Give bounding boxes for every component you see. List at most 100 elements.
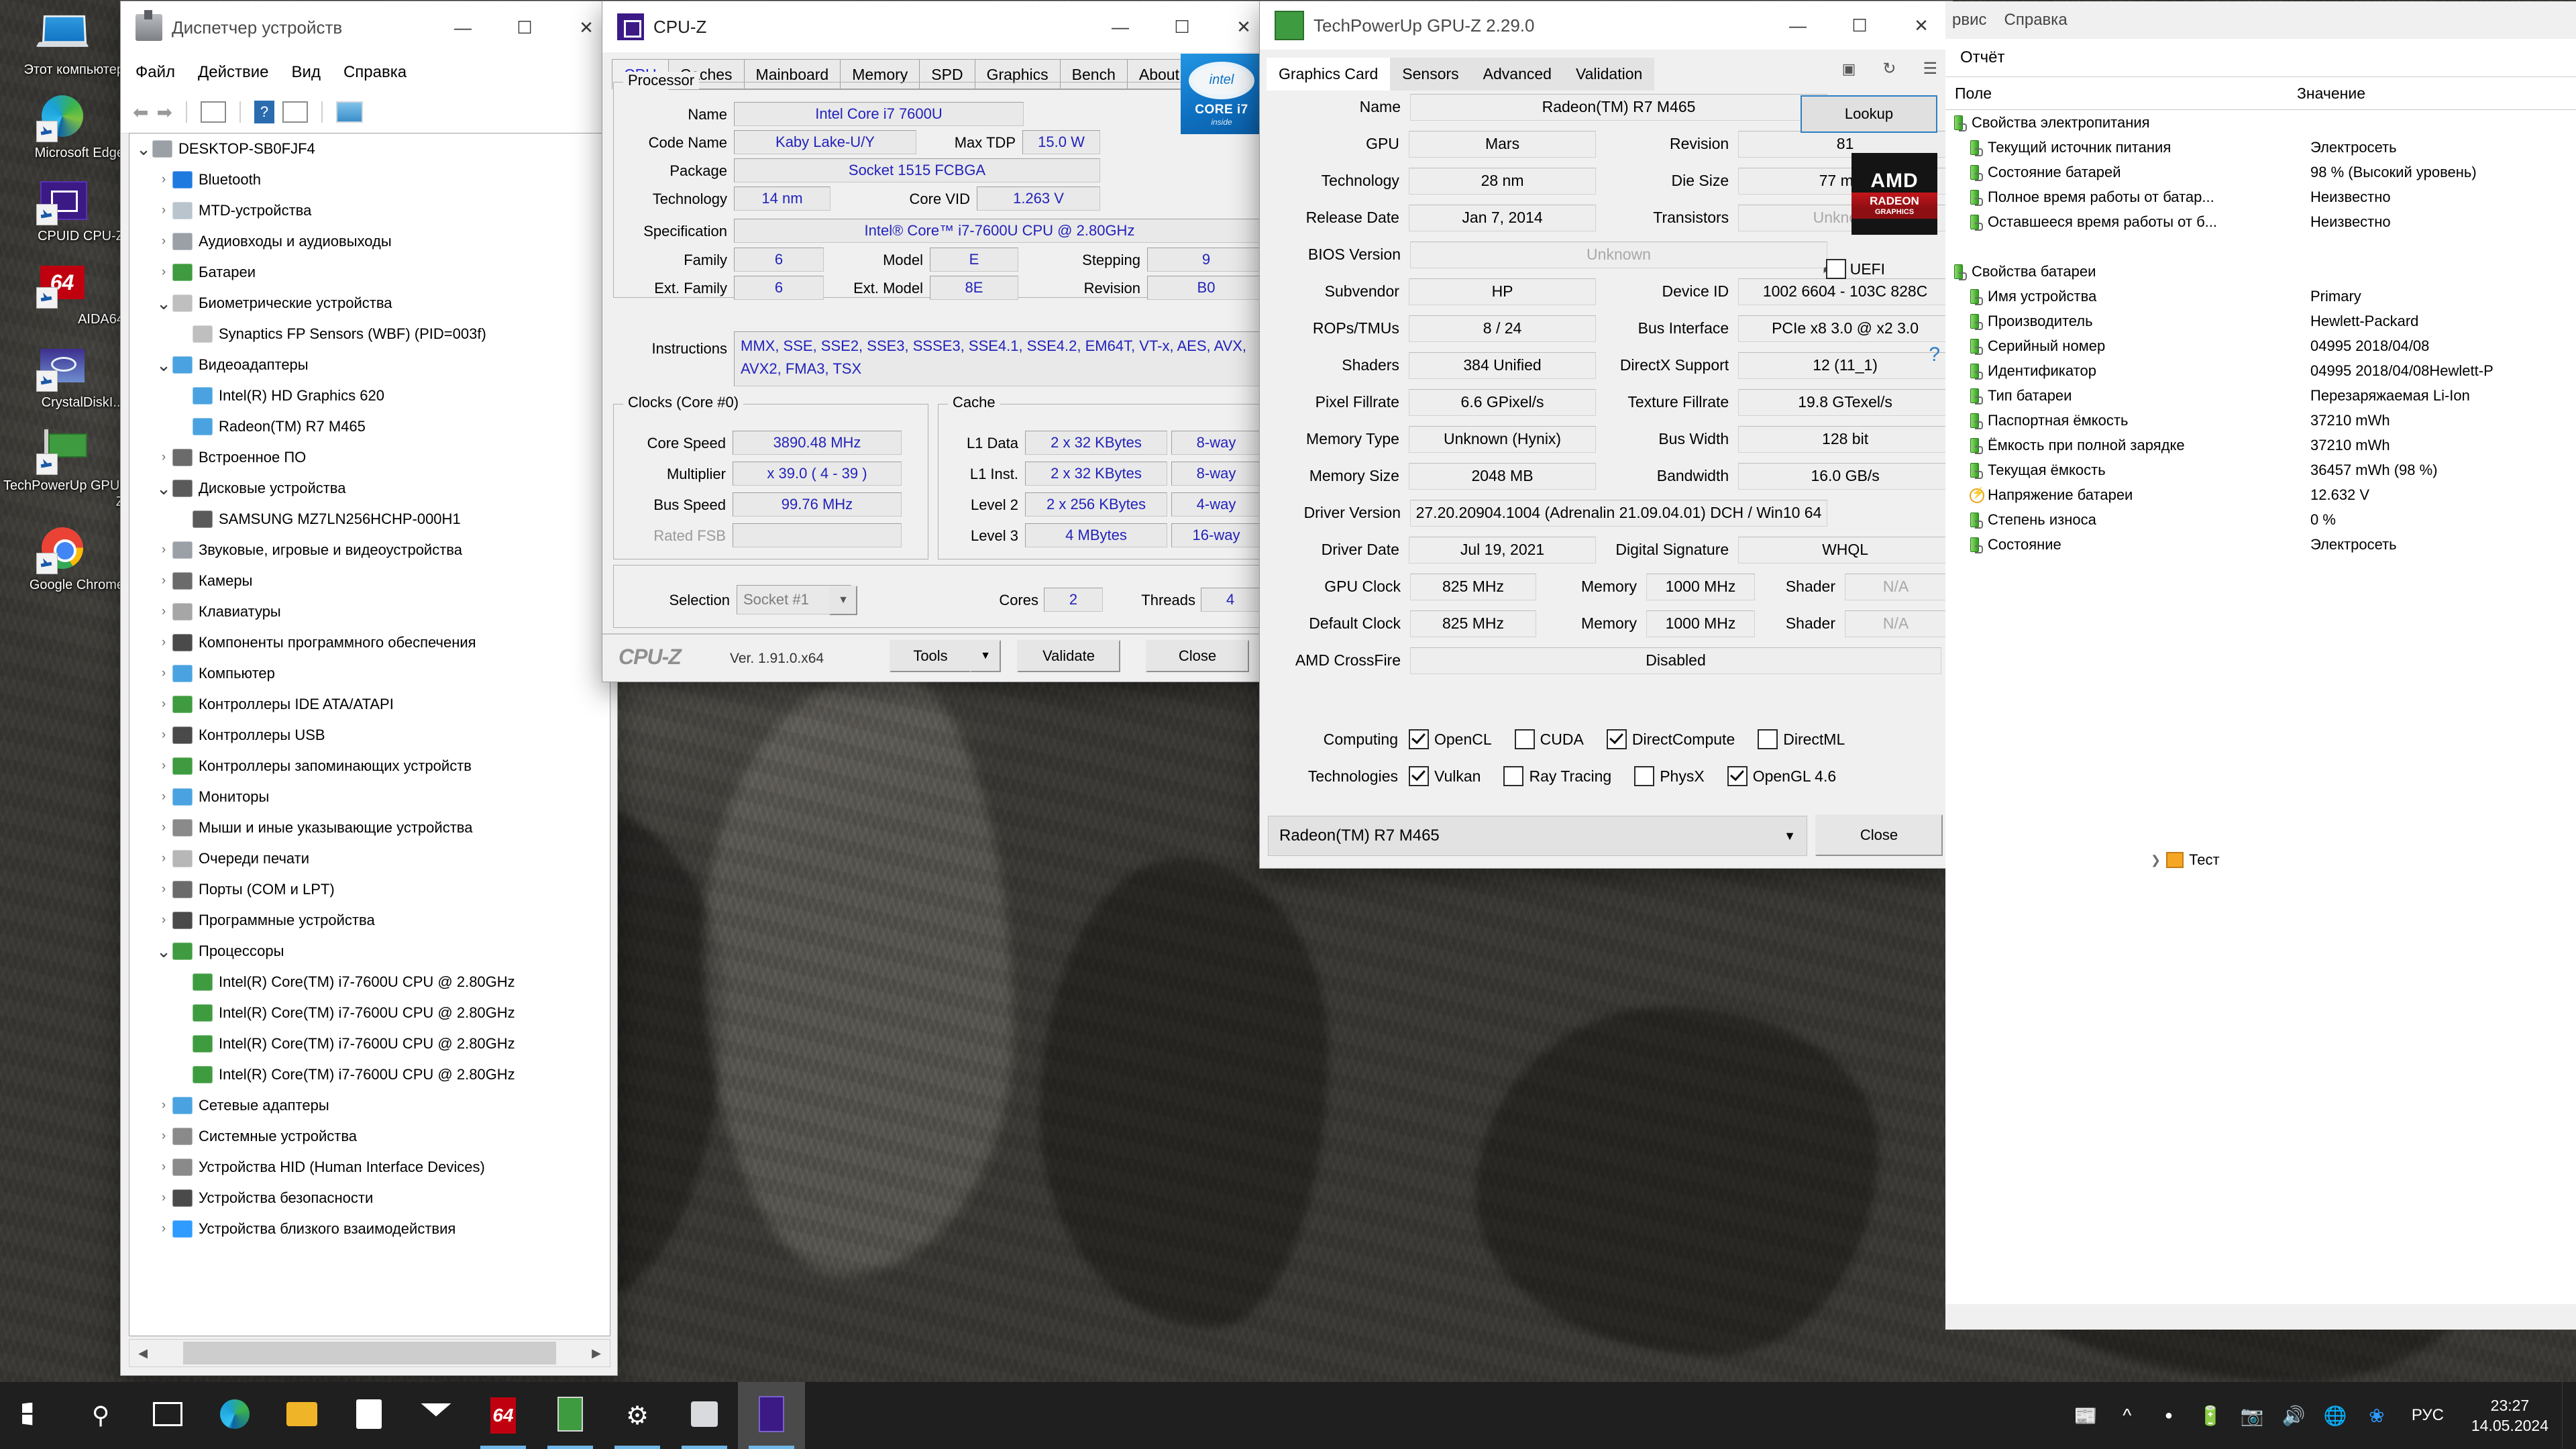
device-tree-item[interactable]: › Устройства HID (Human Interface Devices… bbox=[129, 1152, 610, 1183]
chevron-right-icon[interactable]: › bbox=[155, 574, 172, 588]
device-tree-item[interactable]: ⌄ Видеоадаптеры bbox=[129, 350, 610, 380]
tools-dropdown-chevron-icon[interactable]: ▼ bbox=[970, 640, 1001, 672]
device-tree-item[interactable]: › Контроллеры IDE ATA/ATAPI bbox=[129, 689, 610, 720]
chevron-down-icon[interactable]: ⌄ bbox=[135, 140, 152, 158]
minimize-button[interactable]: — bbox=[432, 1, 494, 54]
device-tree-item[interactable]: › Клавиатуры bbox=[129, 596, 610, 627]
aida64-table-row[interactable]: Серийный номер 04995 2018/04/08 bbox=[1945, 333, 2576, 358]
scan-hardware-icon[interactable] bbox=[335, 101, 363, 123]
menu-file[interactable]: Файл bbox=[136, 63, 175, 82]
chevron-right-icon[interactable]: › bbox=[155, 697, 172, 712]
settings-button[interactable]: ⚙ bbox=[604, 1382, 671, 1449]
checkbox-icon[interactable] bbox=[1727, 766, 1748, 786]
file-explorer-button[interactable] bbox=[268, 1382, 335, 1449]
aida64-table-row[interactable]: Свойства электропитания bbox=[1945, 110, 2576, 135]
close-button-footer[interactable]: Close bbox=[1146, 640, 1249, 672]
aida64-report-tab[interactable]: Отчёт bbox=[1945, 39, 2576, 77]
chevron-right-icon[interactable]: › bbox=[155, 1191, 172, 1205]
chevron-right-icon[interactable]: › bbox=[155, 728, 172, 743]
show-desktop-button[interactable] bbox=[2562, 1382, 2576, 1449]
chevron-right-icon[interactable]: › bbox=[155, 759, 172, 773]
device-tree-item[interactable]: Intel(R) Core(TM) i7-7600U CPU @ 2.80GHz bbox=[129, 967, 610, 998]
mail-button[interactable] bbox=[402, 1382, 470, 1449]
aida64-table-row[interactable]: Имя устройства Primary bbox=[1945, 284, 2576, 309]
device-tree-item[interactable]: Intel(R) Core(TM) i7-7600U CPU @ 2.80GHz bbox=[129, 1028, 610, 1059]
chevron-right-icon[interactable]: › bbox=[155, 1222, 172, 1236]
device-tree-item[interactable]: › Системные устройства bbox=[129, 1121, 610, 1152]
aida64-table-row[interactable]: Тип батареи Перезаряжаемая Li-Ion bbox=[1945, 383, 2576, 408]
chevron-right-icon[interactable]: › bbox=[155, 543, 172, 557]
edge-button[interactable] bbox=[201, 1382, 268, 1449]
aida64-table-row[interactable]: Состояние батарей 98 % (Высокий уровень) bbox=[1945, 160, 2576, 184]
battery-charging-icon[interactable]: 🔋 bbox=[2190, 1382, 2231, 1449]
chevron-right-icon[interactable]: › bbox=[155, 1098, 172, 1113]
language-indicator[interactable]: РУС bbox=[2398, 1382, 2458, 1449]
device-tree-item[interactable]: › Устройства близкого взаимодействия bbox=[129, 1214, 610, 1244]
uefi-checkbox[interactable] bbox=[1825, 259, 1846, 279]
checkbox-icon[interactable] bbox=[1514, 729, 1535, 749]
device-tree-item[interactable]: › Компоненты программного обеспечения bbox=[129, 627, 610, 658]
device-tree[interactable]: ⌄ DESKTOP-SB0FJF4 › Bluetooth › MTD-устройств… bbox=[129, 133, 610, 1336]
gpu-z-button[interactable] bbox=[537, 1382, 604, 1449]
device-tree-item[interactable]: › Мыши и иные указывающие устройства bbox=[129, 812, 610, 843]
device-manager-button[interactable] bbox=[671, 1382, 738, 1449]
device-tree-item[interactable]: › Камеры bbox=[129, 566, 610, 596]
menu-view[interactable]: Вид bbox=[292, 63, 321, 82]
aida64-table-row[interactable]: Свойства батареи bbox=[1945, 259, 2576, 284]
maximize-button[interactable]: ☐ bbox=[494, 1, 555, 54]
refresh-icon[interactable]: ↻ bbox=[1882, 59, 1896, 78]
device-tree-item[interactable]: › Мониторы bbox=[129, 782, 610, 812]
close-button-footer[interactable]: Close bbox=[1815, 814, 1943, 856]
taskbar[interactable]: ⚲ 64 ⚙ 📰 ^ ● 🔋 📷 🔊 🌐 ❀ РУС 23:27 14.05.202… bbox=[0, 1382, 2576, 1449]
device-tree-item[interactable]: › Компьютер bbox=[129, 658, 610, 689]
desktop-icon-techpowerup-gpu-z[interactable]: TechPowerUp GPU-Z bbox=[0, 423, 124, 510]
desktop-icon-microsoft-edge[interactable]: Microsoft Edge bbox=[0, 90, 124, 161]
bluetooth-icon[interactable]: ❀ bbox=[2356, 1382, 2398, 1449]
checkbox-icon[interactable] bbox=[1634, 766, 1655, 786]
checkbox-icon[interactable] bbox=[1409, 766, 1429, 786]
aida64-table-row[interactable]: Производитель Hewlett-Packard bbox=[1945, 309, 2576, 333]
aida64-table-row[interactable]: Оставшееся время работы от б... Неизвестн… bbox=[1945, 209, 2576, 234]
device-tree-item[interactable]: › Контроллеры запоминающих устройств bbox=[129, 751, 610, 782]
computing-option-opencl[interactable]: OpenCL bbox=[1409, 729, 1492, 749]
device-tree-item[interactable]: › MTD-устройства bbox=[129, 195, 610, 226]
technology-option-ray-tracing[interactable]: Ray Tracing bbox=[1503, 766, 1611, 786]
maximize-button[interactable]: ☐ bbox=[1151, 1, 1213, 53]
device-tree-item[interactable]: ⌄ Дисковые устройства bbox=[129, 473, 610, 504]
chevron-down-icon[interactable]: ▼ bbox=[1784, 829, 1796, 843]
device-tree-item[interactable]: Synaptics FP Sensors (WBF) (PID=003f) bbox=[129, 319, 610, 350]
task-view-button[interactable] bbox=[134, 1382, 201, 1449]
device-tree-item[interactable]: ⌄ Процессоры bbox=[129, 936, 610, 967]
help-icon[interactable]: ? bbox=[254, 101, 274, 123]
computing-option-directcompute[interactable]: DirectCompute bbox=[1606, 729, 1735, 749]
aida64-table-row[interactable]: Паспортная ёмкость 37210 mWh bbox=[1945, 408, 2576, 433]
checkbox-icon[interactable] bbox=[1503, 766, 1524, 786]
chevron-down-icon[interactable]: ⌄ bbox=[155, 480, 172, 497]
chevron-down-icon[interactable]: ▼ bbox=[829, 586, 857, 615]
tools-button[interactable]: Tools bbox=[890, 640, 971, 672]
technology-option-opengl-4-6[interactable]: OpenGL 4.6 bbox=[1727, 766, 1836, 786]
hamburger-menu-icon[interactable]: ☰ bbox=[1923, 59, 1937, 78]
search-button[interactable]: ⚲ bbox=[67, 1382, 134, 1449]
menu-help[interactable]: Справка bbox=[343, 63, 407, 82]
news-icon[interactable]: 📰 bbox=[2065, 1382, 2106, 1449]
aida64-window[interactable]: рвис Справка Отчёт Поле Значение Свойств… bbox=[1945, 1, 2576, 1330]
properties-icon[interactable] bbox=[200, 101, 226, 123]
chevron-right-icon[interactable]: › bbox=[155, 851, 172, 866]
computing-option-directml[interactable]: DirectML bbox=[1758, 729, 1845, 749]
start-button[interactable] bbox=[0, 1382, 67, 1449]
chevron-down-icon[interactable]: ⌄ bbox=[155, 356, 172, 374]
scroll-right-arrow[interactable]: ▶ bbox=[583, 1346, 610, 1360]
chevron-right-icon[interactable]: › bbox=[155, 820, 172, 835]
lookup-button[interactable]: Lookup bbox=[1801, 95, 1937, 133]
gpu-device-select[interactable]: Radeon(TM) R7 M465 ▼ bbox=[1268, 816, 1807, 856]
gpu-z-tab-sensors[interactable]: Sensors bbox=[1390, 58, 1471, 91]
menu-help[interactable]: Справка bbox=[2004, 11, 2068, 30]
device-tree-hscrollbar[interactable]: ◀ ▶ bbox=[129, 1339, 610, 1367]
device-tree-item[interactable]: › Сетевые адаптеры bbox=[129, 1090, 610, 1121]
computing-option-cuda[interactable]: CUDA bbox=[1514, 729, 1584, 749]
device-tree-item[interactable]: › Устройства безопасности bbox=[129, 1183, 610, 1214]
chevron-right-icon[interactable]: › bbox=[155, 203, 172, 218]
device-tree-item[interactable]: › Батареи bbox=[129, 257, 610, 288]
device-tree-item[interactable]: Intel(R) Core(TM) i7-7600U CPU @ 2.80GHz bbox=[129, 998, 610, 1028]
